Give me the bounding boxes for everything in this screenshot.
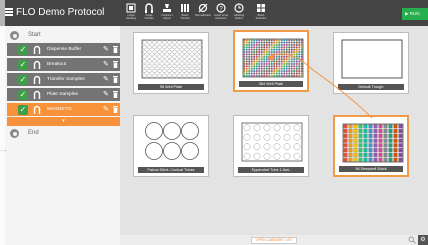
- combine-aliquot-icon: [163, 4, 171, 12]
- toolbar-combine-aliquot-button[interactable]: Combine / Aliquot: [159, 3, 175, 25]
- single-transfer-icon: [33, 45, 41, 54]
- end-label: End: [28, 130, 39, 136]
- trash-icon[interactable]: [113, 61, 118, 68]
- toolbar-label: Liquid Handling: [125, 14, 137, 20]
- liquid-level-icon: ?: [216, 3, 226, 13]
- menu-icon[interactable]: [5, 8, 13, 16]
- step-label: MAGNETIC: [47, 106, 73, 112]
- toolbar-label: Single Transfer: [144, 14, 154, 20]
- trash-icon[interactable]: [113, 91, 118, 98]
- start-icon: [10, 31, 19, 40]
- toolbar-batch-selection-button[interactable]: Batch Selection: [253, 3, 269, 25]
- toolbar-label: Labelling Station: [233, 14, 245, 20]
- single-transfer-icon: [33, 90, 41, 99]
- edit-icon[interactable]: ✎: [103, 61, 109, 68]
- protocol-steps-sidebar: Start ✓ Dispense Buffer ✎ ✓ Breakout ✎ ✓…: [0, 26, 120, 245]
- open-labware-list-button[interactable]: OPEN LABWARE LIST: [251, 237, 297, 244]
- toolbar-liquid-handling-button[interactable]: Liquid Handling: [123, 3, 139, 25]
- transfer-arrow: [267, 53, 373, 119]
- step-label: Dispense Buffer: [47, 46, 82, 52]
- start-step[interactable]: Start: [4, 29, 120, 42]
- trash-icon[interactable]: [113, 106, 118, 113]
- edit-icon[interactable]: ✎: [103, 76, 109, 83]
- trash-icon[interactable]: [113, 46, 118, 53]
- trash-icon[interactable]: [113, 76, 118, 83]
- step-checkbox[interactable]: ✓: [18, 104, 28, 115]
- step-checkbox[interactable]: ✓: [18, 74, 28, 85]
- toolbar-label: Batch Transfer: [180, 14, 190, 20]
- liquid-handling-icon: [126, 3, 136, 13]
- end-step[interactable]: End: [4, 127, 120, 140]
- chevron-down-icon: ▾: [62, 118, 65, 124]
- settings-icon[interactable]: ⚙: [418, 235, 428, 245]
- step-checkbox[interactable]: ✓: [18, 59, 28, 70]
- batch-selection-icon: [257, 4, 265, 12]
- start-label: Start: [28, 32, 41, 38]
- step-checkbox[interactable]: ✓: [18, 89, 28, 100]
- toolbar-normalization-button[interactable]: Normalization: [195, 3, 211, 25]
- single-transfer-icon: [145, 3, 153, 13]
- step-label: Transfer Samples: [47, 76, 85, 82]
- run-button[interactable]: ▶ RUN: [402, 8, 428, 20]
- step-transfer-samples[interactable]: ✓ Transfer Samples ✎: [7, 73, 120, 86]
- step-dispense-buffer[interactable]: ✓ Dispense Buffer ✎: [7, 43, 120, 56]
- window-edge: [0, 0, 5, 245]
- step-label: Plate Samples: [47, 91, 78, 97]
- toolbar-label: Normalization: [195, 14, 211, 17]
- protocol-title: FLO Demo Protocol: [16, 7, 105, 18]
- step-plate-samples[interactable]: ✓ Plate Samples ✎: [7, 88, 120, 101]
- toolbar-liquid-level-button[interactable]: ? Liquid Level Detection: [213, 3, 229, 25]
- deck-footer: OPEN LABWARE LIST ⚙: [120, 235, 428, 245]
- toolbar-label: Combine / Aliquot: [161, 14, 173, 20]
- toolbar-single-transfer-button[interactable]: Single Transfer: [141, 3, 157, 25]
- app-header: FLO Demo Protocol Liquid Handling Single…: [0, 0, 428, 26]
- timer-icon: [234, 3, 244, 13]
- toolbar-batch-transfer-button[interactable]: Batch Transfer: [177, 3, 193, 25]
- play-icon: ▶: [405, 11, 409, 16]
- labware-deck: 96 Well Plate 384 Well Plate Default Tro…: [120, 26, 428, 245]
- expand-step-button[interactable]: ▾: [7, 117, 120, 126]
- end-icon: [10, 129, 19, 138]
- edit-icon[interactable]: ✎: [103, 91, 109, 98]
- step-magnetic[interactable]: ✓ MAGNETIC ✎: [7, 103, 120, 116]
- single-transfer-icon: [33, 75, 41, 84]
- step-checkbox[interactable]: ✓: [18, 44, 28, 55]
- search-icon[interactable]: [408, 236, 416, 244]
- single-transfer-icon: [33, 60, 41, 69]
- single-transfer-icon: [33, 105, 41, 114]
- toolbar-label: Liquid Level Detection: [214, 14, 228, 20]
- toolbar-labelling-station-button[interactable]: Labelling Station: [231, 3, 247, 25]
- run-label: RUN: [409, 11, 420, 16]
- normalization-icon: [198, 3, 208, 13]
- step-breakout[interactable]: ✓ Breakout ✎: [7, 58, 120, 71]
- step-label: Breakout: [47, 61, 67, 67]
- toolbar-label: Batch Selection: [255, 14, 267, 20]
- edit-icon[interactable]: ✎: [103, 106, 109, 113]
- edit-icon[interactable]: ✎: [103, 46, 109, 53]
- batch-transfer-icon: [181, 4, 189, 12]
